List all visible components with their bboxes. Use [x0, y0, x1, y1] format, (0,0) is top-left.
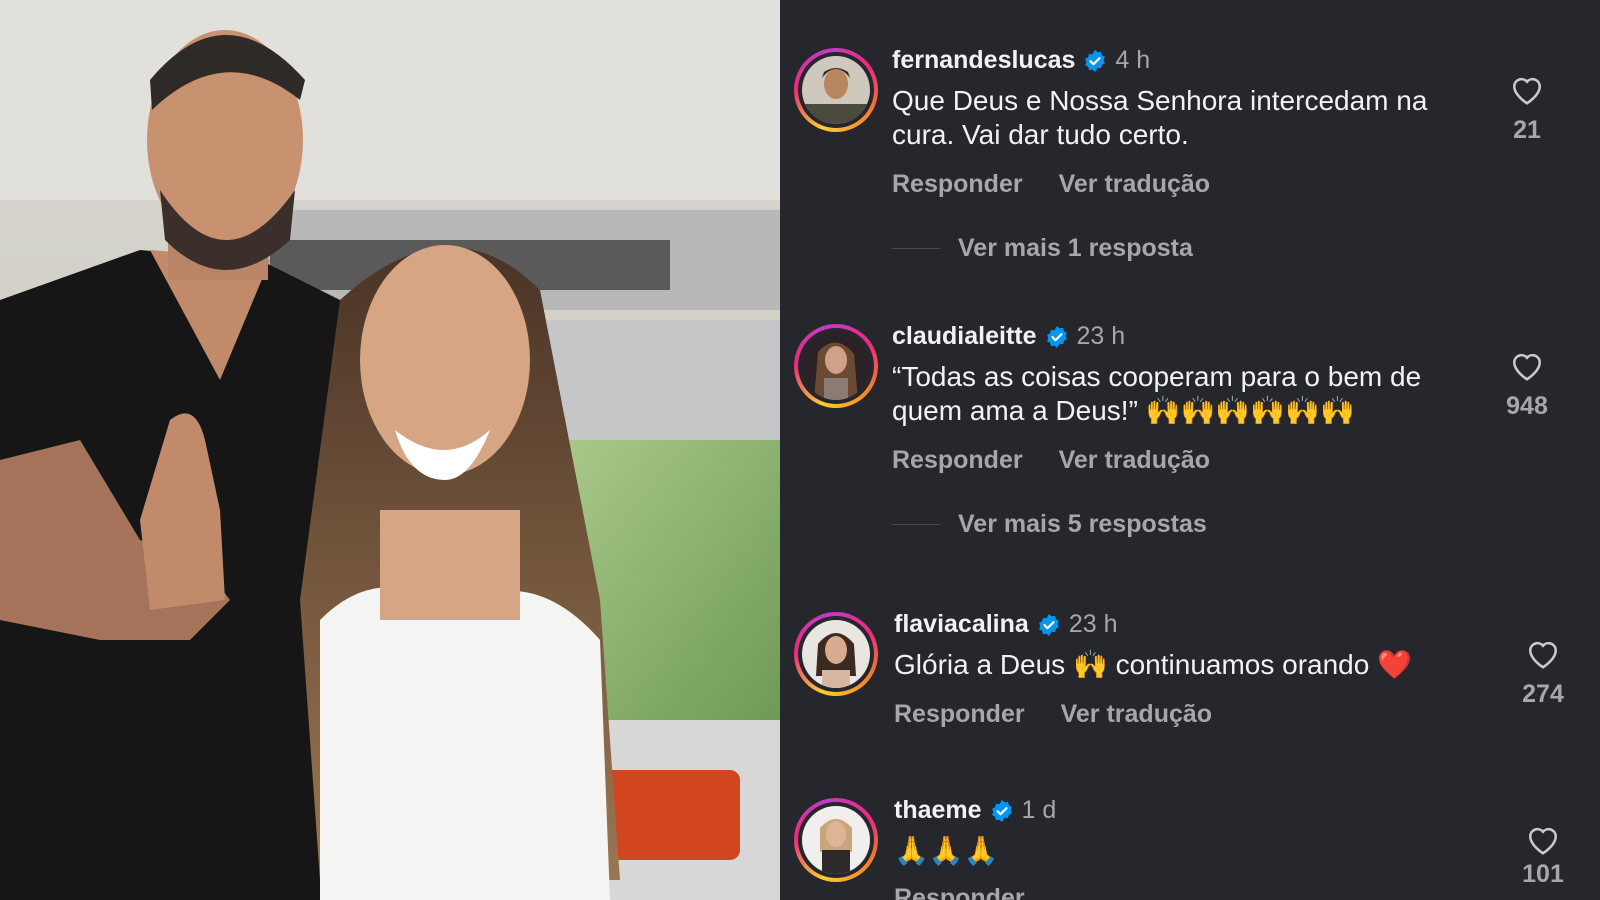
- translate-button[interactable]: Ver tradução: [1061, 700, 1212, 729]
- heart-outline-icon: [1512, 77, 1542, 105]
- avatar[interactable]: [794, 612, 878, 696]
- comment-text: “Todas as coisas cooperam para o bem de …: [892, 361, 1422, 426]
- view-more-replies-label: Ver mais 1 resposta: [958, 234, 1193, 262]
- username[interactable]: claudialeitte: [892, 322, 1037, 351]
- comment-header: fernandeslucas 4 h: [892, 46, 1150, 75]
- comment-header: thaeme 1 d: [894, 796, 1056, 825]
- like-count: 948: [1506, 392, 1548, 420]
- username[interactable]: flaviacalina: [894, 610, 1029, 639]
- like-button[interactable]: 274: [1508, 636, 1578, 709]
- translate-button[interactable]: Ver tradução: [1059, 446, 1210, 475]
- comment-time: 1 d: [1021, 796, 1057, 824]
- avatar[interactable]: [794, 48, 878, 132]
- reply-button[interactable]: Responder: [894, 700, 1025, 729]
- like-count: 21: [1513, 116, 1541, 144]
- comment-actions: Responder: [894, 884, 1025, 900]
- translate-button[interactable]: Ver tradução: [1059, 170, 1210, 199]
- like-button[interactable]: 21: [1492, 72, 1562, 145]
- view-more-replies-label: Ver mais 5 respostas: [958, 510, 1207, 538]
- comment-header: claudialeitte 23 h: [892, 322, 1125, 351]
- heart-outline-icon: [1528, 641, 1558, 669]
- divider-line: [892, 524, 940, 525]
- comment-text: Que Deus e Nossa Senhora intercedam na c…: [892, 85, 1428, 150]
- verified-badge-icon: [991, 799, 1012, 822]
- view-more-replies[interactable]: Ver mais 1 resposta: [892, 234, 1193, 263]
- comment-actions: Responder Ver tradução: [892, 446, 1210, 475]
- heart-outline-icon: [1528, 827, 1558, 855]
- verified-badge-icon: [1046, 325, 1067, 348]
- comment-text: Glória a Deus 🙌 continuamos orando ❤️: [894, 649, 1412, 680]
- view-more-replies[interactable]: Ver mais 5 respostas: [892, 510, 1207, 539]
- like-count: 101: [1522, 860, 1564, 888]
- username[interactable]: thaeme: [894, 796, 982, 825]
- divider-line: [892, 248, 940, 249]
- verified-badge-icon: [1085, 49, 1106, 72]
- comment-time: 23 h: [1076, 322, 1126, 350]
- heart-outline-icon: [1512, 353, 1542, 381]
- like-button[interactable]: 948: [1492, 348, 1562, 421]
- like-button[interactable]: 101: [1508, 822, 1578, 889]
- reply-button[interactable]: Responder: [892, 446, 1023, 475]
- comment-time: 4 h: [1115, 46, 1151, 74]
- reply-button[interactable]: Responder: [892, 170, 1023, 199]
- comment-actions: Responder Ver tradução: [894, 700, 1212, 729]
- avatar[interactable]: [794, 324, 878, 408]
- username[interactable]: fernandeslucas: [892, 46, 1075, 75]
- comment-time: 23 h: [1068, 610, 1118, 638]
- avatar[interactable]: [794, 798, 878, 882]
- like-count: 274: [1522, 680, 1564, 708]
- comment-text: 🙏🙏🙏: [894, 835, 999, 866]
- verified-badge-icon: [1038, 613, 1059, 636]
- comment-header: flaviacalina 23 h: [894, 610, 1117, 639]
- comments-panel: fernandeslucas 4 h Que Deus e Nossa Senh…: [780, 0, 1600, 900]
- post-photo: [0, 0, 780, 900]
- reply-button[interactable]: Responder: [894, 884, 1025, 900]
- comment-actions: Responder Ver tradução: [892, 170, 1210, 199]
